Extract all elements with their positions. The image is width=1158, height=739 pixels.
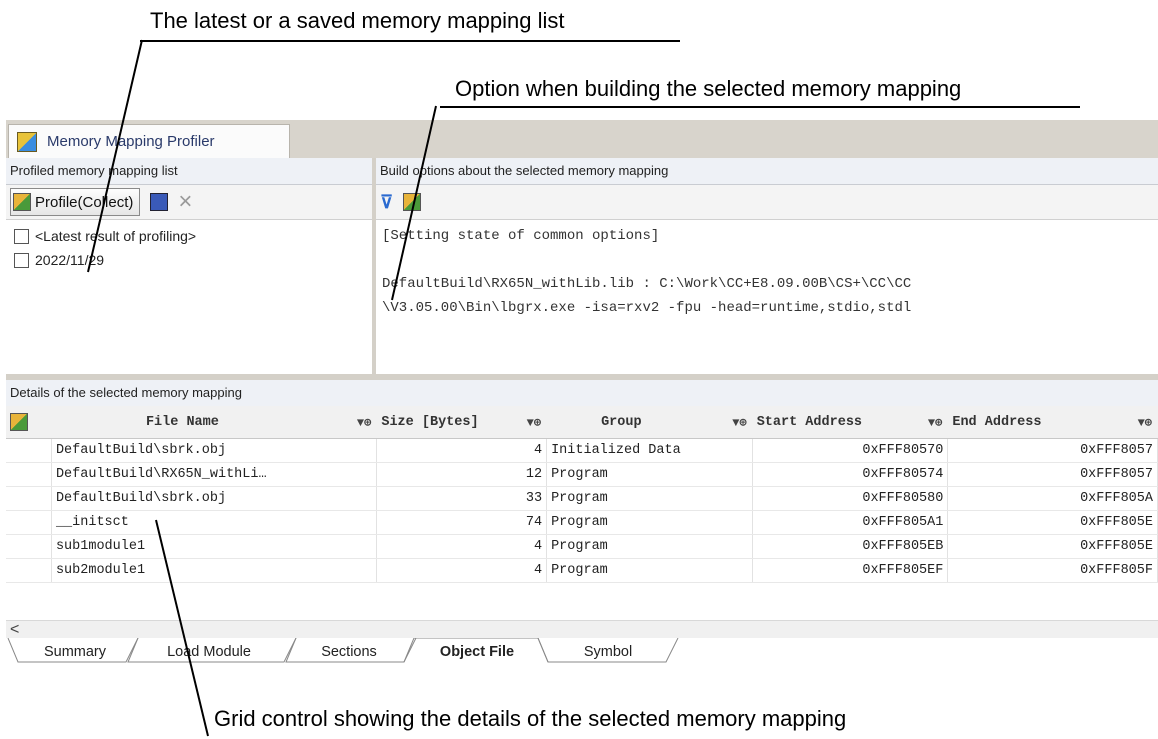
tab-load-module[interactable]: Load Module bbox=[134, 638, 284, 666]
tab-title: Memory Mapping Profiler bbox=[47, 133, 215, 150]
table-row[interactable]: sub2module1 4 Program 0xFFF805EF 0xFFF80… bbox=[6, 559, 1158, 583]
callout-mapping-list: The latest or a saved memory mapping lis… bbox=[150, 8, 565, 33]
profile-icon bbox=[13, 193, 31, 211]
build-options-toolbar: ⊽ bbox=[376, 185, 1158, 220]
build-options-pane: Build options about the selected memory … bbox=[376, 158, 1158, 374]
memory-mapping-profiler-window: Memory Mapping Profiler Profiled memory … bbox=[6, 120, 1158, 702]
profile-button-label: Profile(Collect) bbox=[35, 193, 134, 211]
mapping-list-header: Profiled memory mapping list bbox=[6, 158, 372, 185]
scroll-left-arrow-icon[interactable]: < bbox=[10, 621, 19, 639]
mapping-list: <Latest result of profiling> 2022/11/29 bbox=[6, 220, 372, 272]
tab-sections[interactable]: Sections bbox=[292, 638, 406, 666]
option-line: \V3.05.00\Bin\lbgrx.exe -isa=rxv2 -fpu -… bbox=[382, 300, 912, 316]
col-group[interactable]: Group ▼⊕ bbox=[547, 406, 753, 438]
profile-collect-button[interactable]: Profile(Collect) bbox=[10, 188, 141, 216]
table-row[interactable]: DefaultBuild\sbrk.obj 33 Program 0xFFF80… bbox=[6, 487, 1158, 511]
profiler-icon bbox=[17, 131, 37, 152]
option-line: DefaultBuild\RX65N_withLib.lib : C:\Work… bbox=[382, 276, 912, 292]
filter-pin-icon[interactable]: ▼⊕ bbox=[1138, 415, 1154, 430]
filter-pin-icon[interactable]: ▼⊕ bbox=[732, 415, 748, 430]
filter-icon[interactable]: ⊽ bbox=[380, 192, 393, 213]
filter-pin-icon[interactable]: ▼⊕ bbox=[527, 415, 543, 430]
mapping-list-pane: Profiled memory mapping list Profile(Col… bbox=[6, 158, 376, 374]
compare-icon[interactable] bbox=[403, 193, 422, 211]
col-start-address[interactable]: Start Address ▼⊕ bbox=[753, 406, 949, 438]
col-end-address[interactable]: End Address ▼⊕ bbox=[948, 406, 1158, 438]
table-row[interactable]: DefaultBuild\sbrk.obj 4 Initialized Data… bbox=[6, 439, 1158, 463]
tab-memory-mapping-profiler[interactable]: Memory Mapping Profiler bbox=[8, 124, 290, 158]
bottom-tab-bar: Summary Load Module Sections Object File… bbox=[6, 638, 1158, 678]
table-row[interactable]: __initsct 74 Program 0xFFF805A1 0xFFF805… bbox=[6, 511, 1158, 535]
details-grid[interactable]: File Name ▼⊕ Size [Bytes] ▼⊕ Group ▼⊕ Start… bbox=[6, 406, 1158, 583]
list-item[interactable]: 2022/11/29 bbox=[6, 248, 372, 272]
tab-summary[interactable]: Summary bbox=[20, 638, 130, 666]
checkbox[interactable] bbox=[14, 228, 29, 244]
tab-object-file[interactable]: Object File bbox=[414, 638, 540, 666]
table-row[interactable]: sub1module1 4 Program 0xFFF805EB 0xFFF80… bbox=[6, 535, 1158, 559]
option-line: [Setting state of common options] bbox=[382, 228, 660, 244]
build-options-text: [Setting state of common options] Defaul… bbox=[376, 220, 1158, 324]
horizontal-scrollbar[interactable]: < bbox=[6, 620, 1158, 639]
tab-symbol[interactable]: Symbol bbox=[546, 638, 670, 666]
callout-build-option: Option when building the selected memory… bbox=[455, 76, 962, 101]
list-item[interactable]: <Latest result of profiling> bbox=[6, 224, 372, 248]
callout-underline bbox=[140, 40, 680, 42]
mapping-list-toolbar: Profile(Collect) × bbox=[6, 185, 372, 220]
build-options-header: Build options about the selected memory … bbox=[376, 158, 1158, 185]
grid-options-icon[interactable] bbox=[6, 406, 52, 438]
checkbox[interactable] bbox=[14, 252, 29, 268]
table-row[interactable]: DefaultBuild\RX65N_withLi… 12 Program 0x… bbox=[6, 463, 1158, 487]
save-icon[interactable] bbox=[150, 193, 169, 211]
delete-icon[interactable]: × bbox=[178, 190, 192, 214]
list-item-label: 2022/11/29 bbox=[35, 252, 105, 268]
callout-grid: Grid control showing the details of the … bbox=[214, 706, 847, 731]
col-file-name[interactable]: File Name ▼⊕ bbox=[52, 406, 377, 438]
document-tabstrip: Memory Mapping Profiler bbox=[6, 120, 1158, 158]
list-item-label: <Latest result of profiling> bbox=[35, 228, 197, 244]
filter-pin-icon[interactable]: ▼⊕ bbox=[357, 415, 373, 430]
grid-header-row: File Name ▼⊕ Size [Bytes] ▼⊕ Group ▼⊕ Start… bbox=[6, 406, 1158, 439]
details-header: Details of the selected memory mapping bbox=[6, 380, 1158, 407]
filter-pin-icon[interactable]: ▼⊕ bbox=[928, 415, 944, 430]
callout-underline bbox=[440, 106, 1080, 108]
col-size[interactable]: Size [Bytes] ▼⊕ bbox=[377, 406, 547, 438]
